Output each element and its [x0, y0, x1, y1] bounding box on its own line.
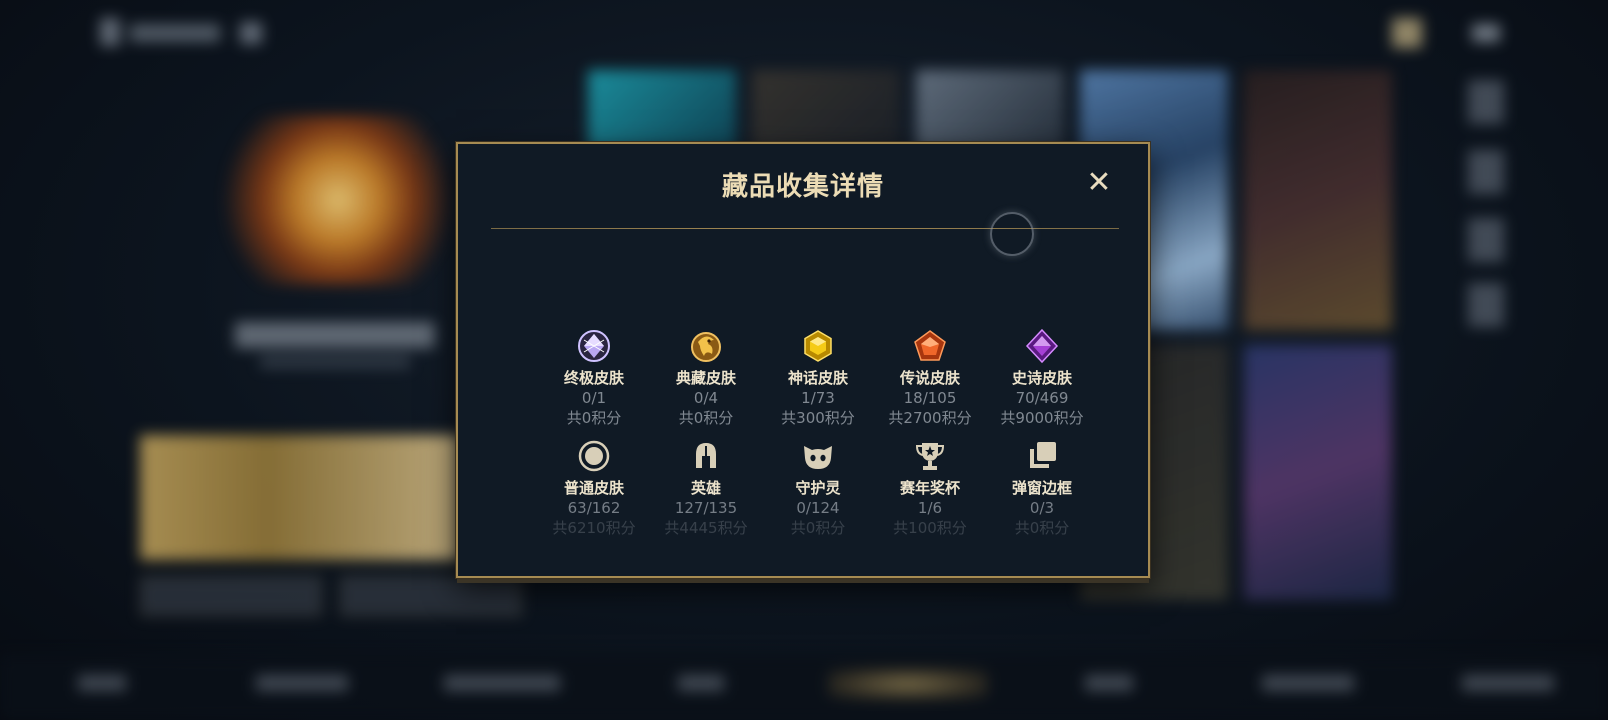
category-points: 共0积分	[1014, 519, 1070, 537]
ultimate-gem-icon	[578, 330, 610, 362]
category-count: 70/469	[1015, 389, 1069, 407]
category-points: 共0积分	[678, 409, 734, 427]
bg-button-left	[140, 576, 322, 616]
bottom-tab	[1262, 675, 1354, 691]
category-points: 共6210积分	[552, 519, 636, 537]
category-epic-skin[interactable]: 史诗皮肤 70/469 共9000积分	[986, 328, 1098, 428]
modal-title: 藏品收集详情	[721, 172, 884, 202]
category-points: 共300积分	[781, 409, 855, 427]
skin-card	[916, 70, 1064, 150]
game-screen: 藏品收集详情 ✕ 终极皮肤 0/1 共0积分 典藏皮肤 0/4 共0积分 神话皮…	[0, 0, 1608, 720]
category-label: 赛年奖杯	[899, 479, 960, 497]
skin-card	[588, 70, 736, 150]
collection-details-modal: 藏品收集详情 ✕ 终极皮肤 0/1 共0积分 典藏皮肤 0/4 共0积分 神话皮…	[456, 142, 1150, 578]
category-legendary-skin[interactable]: 传说皮肤 18/105 共2700积分	[874, 328, 986, 428]
skin-card	[1244, 345, 1392, 600]
epic-diamond-icon	[1025, 328, 1059, 364]
trophy-icon	[915, 443, 945, 470]
top-right-icon	[1472, 24, 1500, 42]
category-count: 0/4	[693, 389, 719, 407]
category-points: 共100积分	[893, 519, 967, 537]
bottom-tab	[444, 675, 560, 691]
side-nav-icon	[1468, 218, 1504, 262]
collection-banner	[140, 435, 460, 560]
category-popup-frame[interactable]: 弹窗边框 0/3 共0积分	[986, 438, 1098, 538]
category-points: 共2700积分	[888, 409, 972, 427]
category-mythic-skin[interactable]: 神话皮肤 1/73 共300积分	[762, 328, 874, 428]
side-nav-icon	[1468, 80, 1504, 124]
category-label: 传说皮肤	[899, 369, 960, 387]
bottom-nav-bar	[0, 655, 1608, 720]
bg-button-right	[340, 576, 522, 616]
category-collector-skin[interactable]: 典藏皮肤 0/4 共0积分	[650, 328, 762, 428]
dragon-emblem-icon	[691, 332, 721, 362]
category-count: 0/3	[1029, 499, 1055, 517]
category-common-skin[interactable]: 普通皮肤 63/162 共6210积分	[538, 438, 650, 538]
category-label: 弹窗边框	[1011, 479, 1072, 497]
bottom-tab-active	[828, 668, 988, 700]
category-label: 神话皮肤	[787, 369, 848, 387]
bottom-tab	[78, 675, 126, 691]
category-points: 共0积分	[566, 409, 622, 427]
mythic-hexagon-icon	[804, 330, 832, 362]
category-label: 普通皮肤	[563, 479, 624, 497]
touch-indicator	[990, 212, 1034, 256]
bottom-tab	[256, 675, 348, 691]
category-points: 共4445积分	[664, 519, 748, 537]
top-right-icon	[1392, 18, 1422, 48]
category-count: 1/6	[917, 499, 943, 517]
category-count: 63/162	[567, 499, 621, 517]
close-button[interactable]: ✕	[1084, 168, 1114, 198]
category-hero[interactable]: 英雄 127/135 共4445积分	[650, 438, 762, 538]
bottom-tab	[678, 675, 724, 691]
skin-card	[1244, 70, 1392, 330]
category-count: 18/105	[903, 389, 957, 407]
side-nav-icon	[1468, 283, 1504, 327]
category-label: 典藏皮肤	[675, 369, 736, 387]
hero-helmet-icon	[696, 443, 716, 468]
category-count: 0/124	[796, 499, 840, 517]
common-circle-icon	[578, 440, 610, 472]
category-label: 守护灵	[795, 479, 841, 497]
category-ultimate-skin[interactable]: 终极皮肤 0/1 共0积分	[538, 328, 650, 428]
player-name	[235, 322, 435, 348]
category-points: 共9000积分	[1000, 409, 1084, 427]
bottom-tab	[1462, 675, 1554, 691]
frame-stack-icon	[1030, 442, 1056, 468]
category-count: 0/1	[581, 389, 607, 407]
category-label: 终极皮肤	[563, 369, 624, 387]
back-button	[100, 16, 262, 50]
legendary-pentagon-icon	[914, 330, 946, 361]
category-label: 史诗皮肤	[1011, 369, 1072, 387]
skin-card	[752, 70, 900, 150]
category-count: 1/73	[801, 389, 835, 407]
side-nav-icon	[1468, 150, 1504, 194]
bottom-tab	[1085, 675, 1133, 691]
profile-emblem	[195, 115, 455, 285]
player-subtitle	[260, 356, 410, 368]
category-count: 127/135	[674, 499, 738, 517]
category-season-trophy[interactable]: 赛年奖杯 1/6 共100积分	[874, 438, 986, 538]
category-label: 英雄	[690, 479, 721, 497]
category-guardian[interactable]: 守护灵 0/124 共0积分	[762, 438, 874, 538]
category-points: 共0积分	[790, 519, 846, 537]
guardian-cat-icon	[804, 446, 832, 469]
